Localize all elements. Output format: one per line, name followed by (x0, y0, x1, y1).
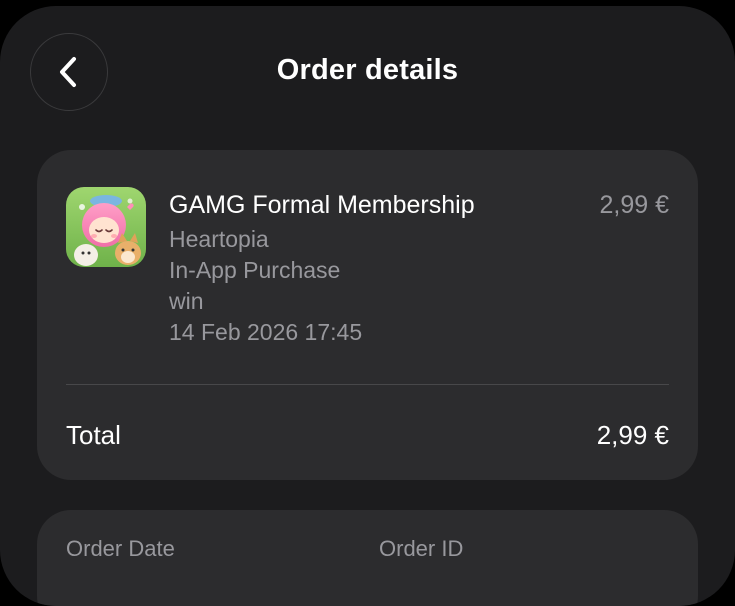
platform: win (169, 288, 204, 314)
order-info-card: Order Date Order ID (37, 510, 698, 606)
item-name: GAMG Formal Membership (169, 191, 475, 219)
divider (66, 384, 669, 385)
total-value: 2,99 € (596, 420, 669, 450)
total-label: Total (66, 420, 121, 450)
purchase-datetime: 14 Feb 2026 17:45 (169, 319, 363, 345)
order-item-card: GAMG Formal Membership 2,99 € Heartopia … (37, 150, 698, 480)
order-date-label: Order Date (66, 536, 175, 561)
app-name: Heartopia (169, 226, 269, 252)
purchase-type: In-App Purchase (169, 257, 341, 283)
item-price: 2,99 € (599, 191, 669, 219)
heartopia-app-icon (66, 187, 146, 267)
order-id-label: Order ID (379, 536, 464, 561)
page-title: Order details (276, 54, 459, 86)
screen: Order details GAMG Formal Membership 2,9… (0, 6, 735, 606)
